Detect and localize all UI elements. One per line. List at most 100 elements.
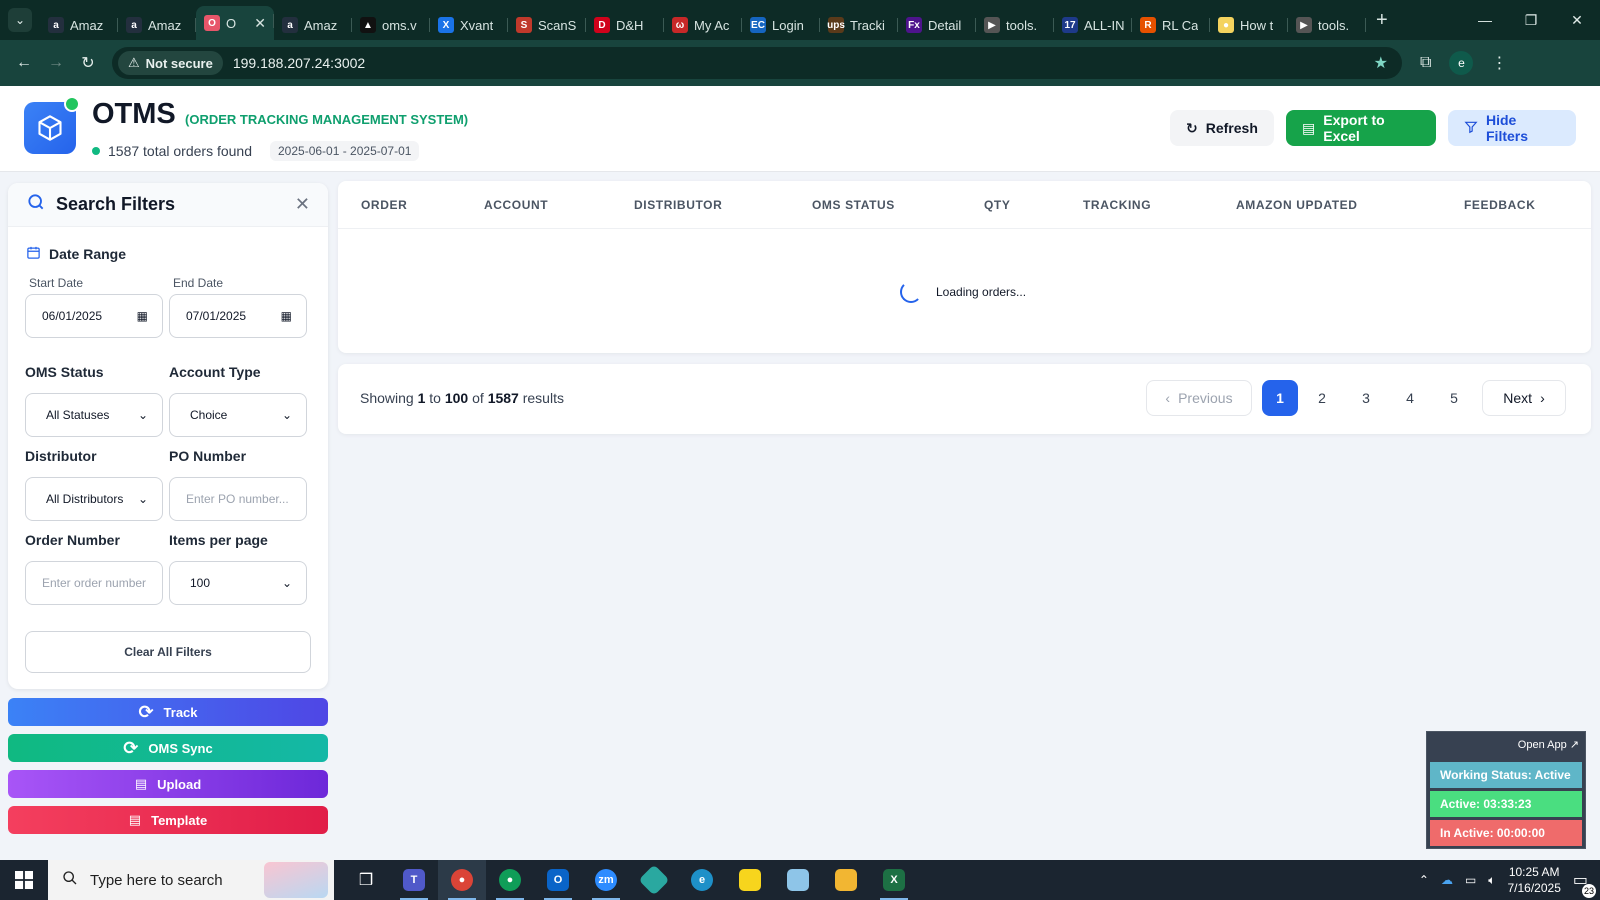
track-button[interactable]: ⟳ Track	[8, 698, 328, 726]
browser-tab[interactable]: EC Login	[742, 10, 820, 40]
end-date-input[interactable]: 07/01/2025 ▦	[169, 294, 307, 338]
teams-icon[interactable]: T	[390, 860, 438, 900]
oms-status-label: OMS Status	[25, 364, 104, 380]
browser-tab[interactable]: a Amaz	[40, 10, 118, 40]
calendar-picker-icon[interactable]: ▦	[281, 309, 292, 323]
start-date-input[interactable]: 06/01/2025 ▦	[25, 294, 163, 338]
page-button-4[interactable]: 4	[1392, 380, 1428, 416]
tab-search-chevron-icon[interactable]: ⌄	[8, 8, 32, 32]
account-type-select[interactable]: Choice ⌄	[169, 393, 307, 437]
browser-tab[interactable]: O O ✕	[196, 6, 274, 40]
column-header-qty[interactable]: QTY	[984, 198, 1010, 212]
browser-tab[interactable]: S ScanS	[508, 10, 586, 40]
items-per-page-select[interactable]: 100 ⌄	[169, 561, 307, 605]
column-header-tracking[interactable]: TRACKING	[1083, 198, 1151, 212]
edge-icon[interactable]: e	[678, 860, 726, 900]
back-arrow-icon[interactable]: ←	[8, 47, 40, 79]
sync-icon: ⟳	[123, 737, 139, 758]
column-header-distributor[interactable]: DISTRIBUTOR	[634, 198, 722, 212]
minimize-icon[interactable]: —	[1462, 12, 1508, 29]
network-icon[interactable]: ▭	[1465, 873, 1476, 887]
browser-tab[interactable]: D D&H	[586, 10, 664, 40]
tab-title: Xvant	[460, 17, 494, 33]
oms-status-select[interactable]: All Statuses ⌄	[25, 393, 163, 437]
close-icon[interactable]: ✕	[295, 194, 310, 215]
forward-arrow-icon[interactable]: →	[40, 47, 72, 79]
inactive-timer: In Active: 00:00:00	[1430, 820, 1582, 846]
hide-filters-button[interactable]: Hide Filters	[1448, 110, 1576, 146]
next-page-button[interactable]: Next ›	[1482, 380, 1566, 416]
oms-sync-button[interactable]: ⟳ OMS Sync	[8, 734, 328, 762]
page-button-5[interactable]: 5	[1436, 380, 1472, 416]
page-button-1[interactable]: 1	[1262, 380, 1298, 416]
column-header-amazon-updated[interactable]: AMAZON UPDATED	[1236, 198, 1358, 212]
browser-tab[interactable]: 17 ALL-IN	[1054, 10, 1132, 40]
previous-page-button[interactable]: ‹ Previous	[1146, 380, 1252, 416]
items-per-page-label: Items per page	[169, 532, 268, 548]
distributor-select[interactable]: All Distributors ⌄	[25, 477, 163, 521]
upload-button[interactable]: ▤ Upload	[8, 770, 328, 798]
column-header-feedback[interactable]: FEEDBACK	[1464, 198, 1535, 212]
security-chip[interactable]: ⚠ Not secure	[118, 51, 223, 75]
browser-toolbar: ← → ↻ ⚠ Not secure 199.188.207.24:3002 ★…	[0, 40, 1600, 86]
column-header-oms-status[interactable]: OMS STATUS	[812, 198, 895, 212]
reload-icon[interactable]: ↻	[72, 47, 104, 79]
file-explorer-icon[interactable]	[822, 860, 870, 900]
tab-title: ALL-IN	[1084, 17, 1124, 33]
page-button-2[interactable]: 2	[1304, 380, 1340, 416]
new-tab-plus-icon[interactable]: +	[1376, 9, 1388, 32]
url-text[interactable]: 199.188.207.24:3002	[233, 55, 365, 71]
tray-chevron-up-icon[interactable]: ⌃	[1419, 873, 1429, 887]
clear-all-filters-button[interactable]: Clear All Filters	[25, 631, 311, 673]
outlook-icon[interactable]: O	[534, 860, 582, 900]
column-header-account[interactable]: ACCOUNT	[484, 198, 548, 212]
excel-icon[interactable]: X	[870, 860, 918, 900]
export-excel-button[interactable]: ▤ Export to Excel	[1286, 110, 1436, 146]
po-number-input[interactable]: Enter PO number...	[169, 477, 307, 521]
sticky-notes-icon[interactable]	[726, 860, 774, 900]
profile-avatar[interactable]: e	[1449, 51, 1474, 75]
browser-tab[interactable]: Fx Detail	[898, 10, 976, 40]
open-app-link[interactable]: Open App ↗	[1518, 738, 1579, 751]
refresh-button[interactable]: ↻ Refresh	[1170, 110, 1274, 146]
browser-tab[interactable]: ▶ tools.	[976, 10, 1054, 40]
windows-start-icon[interactable]	[0, 860, 48, 900]
task-view-icon[interactable]: ❒	[342, 860, 390, 900]
browser-tab[interactable]: a Amaz	[274, 10, 352, 40]
browser-tab[interactable]: a Amaz	[118, 10, 196, 40]
browser-tab[interactable]: ● How t	[1210, 10, 1288, 40]
order-number-input[interactable]: Enter order number	[25, 561, 163, 605]
onedrive-cloud-icon[interactable]: ☁	[1441, 873, 1453, 887]
address-bar[interactable]: ⚠ Not secure 199.188.207.24:3002 ★	[112, 47, 1402, 79]
notifications-icon[interactable]: ▭ 23	[1573, 870, 1596, 898]
browser-tab[interactable]: ▲ oms.v	[352, 10, 430, 40]
sync-icon: ⟳	[138, 701, 154, 722]
browser-tab[interactable]: ups Tracki	[820, 10, 898, 40]
browser-tab[interactable]: X Xvant	[430, 10, 508, 40]
close-tab-icon[interactable]: ✕	[254, 15, 266, 32]
zoom-icon[interactable]: zm	[582, 860, 630, 900]
browser-tab[interactable]: R RL Ca	[1132, 10, 1210, 40]
notepad-icon[interactable]	[774, 860, 822, 900]
browser-menu-icon[interactable]: ⋮	[1491, 53, 1507, 73]
volume-icon[interactable]: 🔈︎	[1488, 873, 1495, 888]
page-button-3[interactable]: 3	[1348, 380, 1384, 416]
kite-app-icon[interactable]	[630, 860, 678, 900]
template-button[interactable]: ▤ Template	[8, 806, 328, 834]
taskbar-search-box[interactable]: Type here to search	[48, 860, 334, 900]
browser-tab[interactable]: ▶ tools.	[1288, 10, 1366, 40]
browser-tab[interactable]: ω My Ac	[664, 10, 742, 40]
column-header-order[interactable]: ORDER	[361, 198, 407, 212]
tab-favicon-icon: D	[594, 17, 610, 33]
close-window-icon[interactable]: ✕	[1554, 12, 1600, 29]
extensions-puzzle-icon[interactable]: ⧉	[1420, 54, 1431, 72]
restore-icon[interactable]: ❐	[1508, 12, 1554, 29]
taskbar-pinned-apps: ❒ T ● ● O zm e X	[342, 860, 918, 900]
chrome-profile-icon[interactable]: ●	[486, 860, 534, 900]
chrome-icon[interactable]: ●	[438, 860, 486, 900]
results-to: 100	[444, 390, 469, 406]
taskbar-clock[interactable]: 10:25 AM 7/16/2025	[1507, 864, 1560, 896]
funnel-icon	[1464, 120, 1478, 137]
calendar-picker-icon[interactable]: ▦	[137, 309, 148, 323]
bookmark-star-icon[interactable]: ★	[1374, 53, 1388, 73]
